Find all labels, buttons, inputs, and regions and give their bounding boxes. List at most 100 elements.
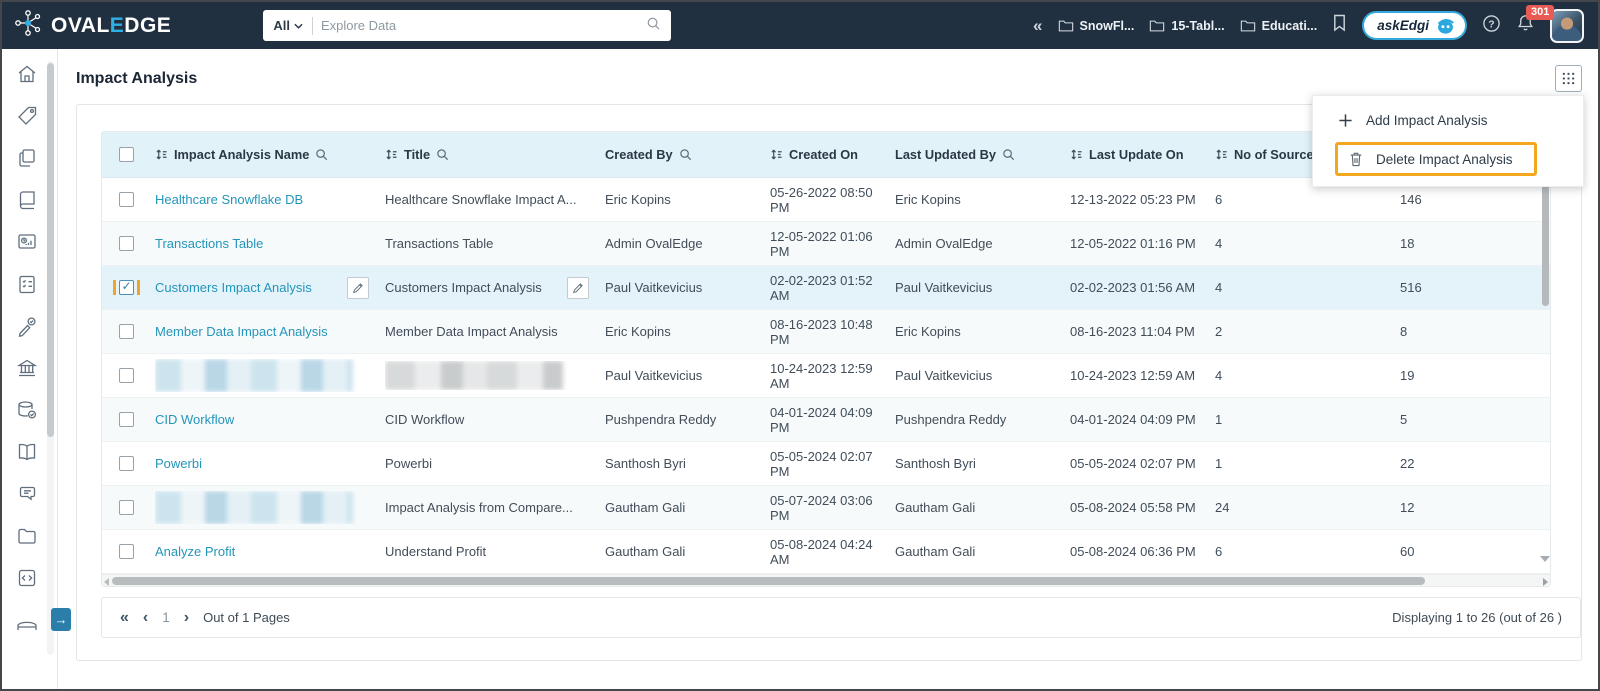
recent-item-education[interactable]: Educati...: [1240, 19, 1317, 33]
impact-analysis-link[interactable]: Analyze Profit: [155, 544, 235, 559]
row-created_on: 12-05-2022 01:06 PM: [770, 228, 873, 259]
horizontal-scrollbar[interactable]: [102, 574, 1550, 586]
bridge-icon[interactable]: [15, 608, 39, 632]
home-icon[interactable]: [15, 62, 39, 86]
row-last_update_on: 12-13-2022 05:23 PM: [1070, 192, 1196, 207]
row-sources: 1: [1215, 456, 1223, 471]
row-checkbox[interactable]: [119, 456, 134, 471]
column-header-name[interactable]: Impact Analysis Name: [155, 147, 385, 162]
glossary-icon[interactable]: [15, 440, 39, 464]
select-all-checkbox[interactable]: [119, 147, 134, 162]
reports-icon[interactable]: [15, 230, 39, 254]
catalog-icon[interactable]: [15, 188, 39, 212]
pages-icon[interactable]: [15, 146, 39, 170]
governance-icon[interactable]: [15, 356, 39, 380]
sidebar-expand-button[interactable]: →: [51, 608, 71, 631]
first-page-button[interactable]: «: [120, 609, 129, 626]
row-checkbox[interactable]: [119, 368, 134, 383]
impact-analysis-link[interactable]: Transactions Table: [155, 236, 263, 251]
sort-icon[interactable]: [1215, 148, 1228, 161]
collaboration-icon[interactable]: [15, 482, 39, 506]
bookmark-icon[interactable]: [1332, 14, 1347, 37]
row-created_by: Paul Vaitkevicius: [605, 368, 703, 383]
checklist-icon[interactable]: [15, 272, 39, 296]
sort-icon[interactable]: [770, 148, 783, 161]
scroll-left-arrow-icon[interactable]: [104, 578, 109, 586]
nine-dots-menu-button[interactable]: [1555, 65, 1582, 92]
row-title: Transactions Table: [385, 236, 494, 251]
horizontal-scroll-thumb[interactable]: [112, 577, 1425, 585]
edit-icon[interactable]: [347, 276, 369, 299]
help-icon[interactable]: ?: [1482, 14, 1501, 38]
row-select-cell: [102, 368, 155, 383]
row-objects: 19: [1400, 368, 1415, 383]
column-header-last_update_on[interactable]: Last Update On: [1070, 147, 1215, 162]
impact-analysis-link[interactable]: Customers Impact Analysis: [155, 280, 312, 295]
folder-icon: [1240, 20, 1255, 31]
data-quality-icon[interactable]: [15, 398, 39, 422]
pagination-bar: « ‹ 1 › Out of 1 Pages Displaying 1 to 2…: [101, 597, 1581, 638]
column-header-created_on[interactable]: Created On: [770, 147, 895, 162]
sort-icon[interactable]: [385, 148, 398, 161]
column-search-icon[interactable]: [1002, 148, 1015, 161]
page-title: Impact Analysis: [76, 69, 198, 87]
collapse-crumbs-icon[interactable]: «: [1033, 17, 1042, 34]
sort-icon[interactable]: [1070, 148, 1083, 161]
impact-analysis-link[interactable]: CID Workflow: [155, 412, 234, 427]
sort-icon[interactable]: [155, 148, 168, 161]
row-title: Powerbi: [385, 456, 432, 471]
impact-analysis-link[interactable]: Powerbi: [155, 456, 202, 471]
add-impact-analysis-menu-item[interactable]: Add Impact Analysis: [1313, 104, 1583, 137]
ovaledge-logo-icon: [12, 7, 44, 44]
search-icon[interactable]: [646, 16, 661, 36]
row-title: Customers Impact Analysis: [385, 280, 542, 295]
table-row: Analyze Profit Understand Profit Gautham G…: [102, 530, 1550, 574]
tag-icon[interactable]: [15, 104, 39, 128]
row-checkbox[interactable]: [119, 280, 134, 295]
column-header-title[interactable]: Title: [385, 147, 605, 162]
edit-icon[interactable]: [567, 276, 589, 299]
row-checkbox[interactable]: [119, 192, 134, 207]
impact-analysis-link[interactable]: Member Data Impact Analysis: [155, 324, 328, 339]
column-search-icon[interactable]: [436, 148, 449, 161]
next-page-button[interactable]: ›: [184, 609, 189, 626]
main-content: Impact Analysis Impact Analysis Name Titl…: [58, 49, 1598, 689]
row-created_on: 08-16-2023 10:48 PM: [770, 316, 873, 347]
ask-edgi-button[interactable]: askEdgi: [1362, 11, 1467, 40]
row-last_update_on: 02-02-2023 01:56 AM: [1070, 280, 1196, 295]
recent-item-snowflake[interactable]: SnowFl...: [1058, 19, 1134, 33]
row-checkbox[interactable]: [119, 412, 134, 427]
notification-count-badge: 301: [1526, 5, 1555, 20]
certify-icon[interactable]: [15, 314, 39, 338]
query-icon[interactable]: [15, 566, 39, 590]
column-search-icon[interactable]: [679, 148, 692, 161]
impact-analysis-link[interactable]: Healthcare Snowflake DB: [155, 192, 303, 207]
user-avatar[interactable]: [1550, 8, 1584, 43]
scroll-down-arrow-icon[interactable]: [1540, 556, 1550, 562]
row-sources: 4: [1215, 280, 1223, 295]
search-input[interactable]: [312, 18, 647, 33]
delete-impact-analysis-menu-item[interactable]: Delete Impact Analysis: [1335, 142, 1537, 176]
notifications-bell[interactable]: 301: [1516, 5, 1555, 38]
row-checkbox[interactable]: [119, 500, 134, 515]
column-search-icon[interactable]: [315, 148, 328, 161]
row-last_updated_by: Gautham Gali: [895, 500, 976, 515]
row-last_updated_by: Paul Vaitkevicius: [895, 280, 993, 295]
recent-item-15-tables[interactable]: 15-Tabl...: [1149, 19, 1225, 33]
brand-logo[interactable]: OVALEDGE: [12, 7, 171, 44]
body: → Impact Analysis Impact Analysis Name Ti…: [2, 49, 1598, 689]
vertical-scrollbar[interactable]: [1542, 180, 1549, 688]
table-row: Paul Vaitkevicius 10-24-2023 12:59 AM Paul…: [102, 354, 1550, 398]
search-scope-dropdown[interactable]: All: [273, 18, 312, 33]
edgi-robot-icon: [1437, 19, 1454, 34]
column-header-created_by[interactable]: Created By: [605, 147, 770, 162]
vertical-scroll-thumb[interactable]: [1542, 184, 1549, 306]
row-checkbox[interactable]: [119, 324, 134, 339]
sidebar-scrollbar[interactable]: [47, 61, 54, 655]
projects-icon[interactable]: [15, 524, 39, 548]
prev-page-button[interactable]: ‹: [143, 609, 148, 626]
row-created_on: 05-26-2022 08:50 PM: [770, 184, 873, 215]
row-checkbox[interactable]: [119, 236, 134, 251]
row-checkbox[interactable]: [119, 544, 134, 559]
column-header-last_updated_by[interactable]: Last Updated By: [895, 147, 1070, 162]
